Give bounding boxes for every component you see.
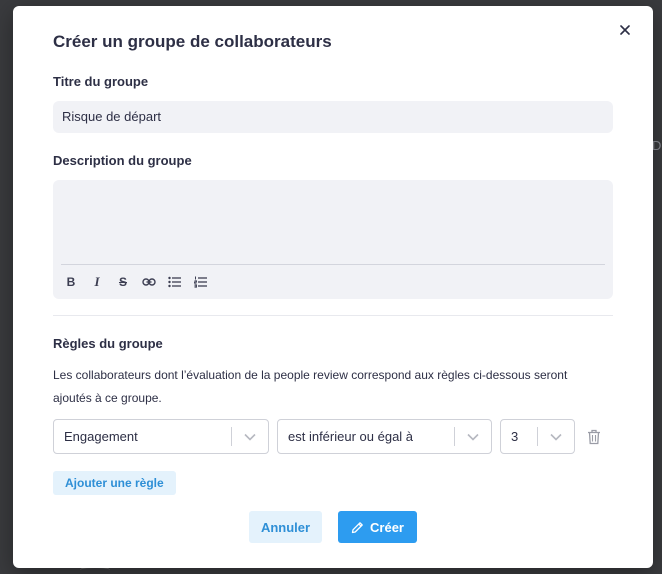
strikethrough-button[interactable]: S: [115, 274, 131, 290]
rule-value-value: 3: [511, 429, 519, 444]
editor-toolbar: B I S: [63, 274, 209, 290]
chevron-down-icon: [455, 433, 491, 441]
bold-icon: B: [66, 275, 76, 289]
bold-button[interactable]: B: [63, 274, 79, 290]
group-rules-help-line-1: Les collaborateurs dont l’évaluation de …: [53, 368, 568, 382]
group-description-editor[interactable]: B I S: [53, 180, 613, 299]
group-title-input[interactable]: Risque de départ: [53, 101, 613, 133]
bullet-list-button[interactable]: [167, 274, 183, 290]
bullet-list-icon: [168, 276, 181, 288]
close-icon: [620, 25, 630, 35]
delete-rule-button[interactable]: [587, 429, 601, 445]
link-button[interactable]: [141, 274, 157, 290]
group-description-label: Description du groupe: [53, 153, 192, 168]
numbered-list-icon: [194, 276, 207, 288]
modal-title: Créer un groupe de collaborateurs: [53, 32, 332, 51]
group-rules-label: Règles du groupe: [53, 336, 163, 351]
numbered-list-button[interactable]: [193, 274, 209, 290]
chevron-down-icon: [232, 433, 268, 441]
create-button[interactable]: Créer: [338, 511, 417, 543]
rule-criterion-value: Engagement: [64, 429, 138, 444]
cancel-button[interactable]: Annuler: [249, 511, 322, 543]
rule-operator-value: est inférieur ou égal à: [288, 429, 414, 444]
create-group-modal: Créer un groupe de collaborateurs Titre …: [13, 6, 653, 568]
add-rule-button[interactable]: Ajouter une règle: [53, 471, 176, 495]
strikethrough-icon: S: [118, 275, 127, 289]
close-button[interactable]: [615, 20, 635, 40]
rule-criterion-select[interactable]: Engagement: [53, 419, 269, 454]
trash-icon: [588, 429, 600, 445]
group-rules-help: Les collaborateurs dont l’évaluation de …: [53, 364, 613, 410]
italic-icon: I: [94, 274, 100, 289]
rule-value-select[interactable]: 3: [500, 419, 575, 454]
italic-button[interactable]: I: [89, 274, 105, 290]
pencil-icon: [351, 521, 363, 533]
group-rules-help-line-2: ajoutés à ce groupe.: [53, 391, 162, 405]
chevron-down-icon: [538, 433, 574, 441]
link-icon: [142, 278, 156, 286]
create-button-label: Créer: [370, 519, 404, 535]
background-page-fragment: De: [652, 138, 662, 153]
group-title-label: Titre du groupe: [53, 74, 149, 89]
rule-operator-select[interactable]: est inférieur ou égal à: [277, 419, 492, 454]
section-divider: [53, 315, 613, 316]
editor-toolbar-divider: [61, 264, 605, 265]
